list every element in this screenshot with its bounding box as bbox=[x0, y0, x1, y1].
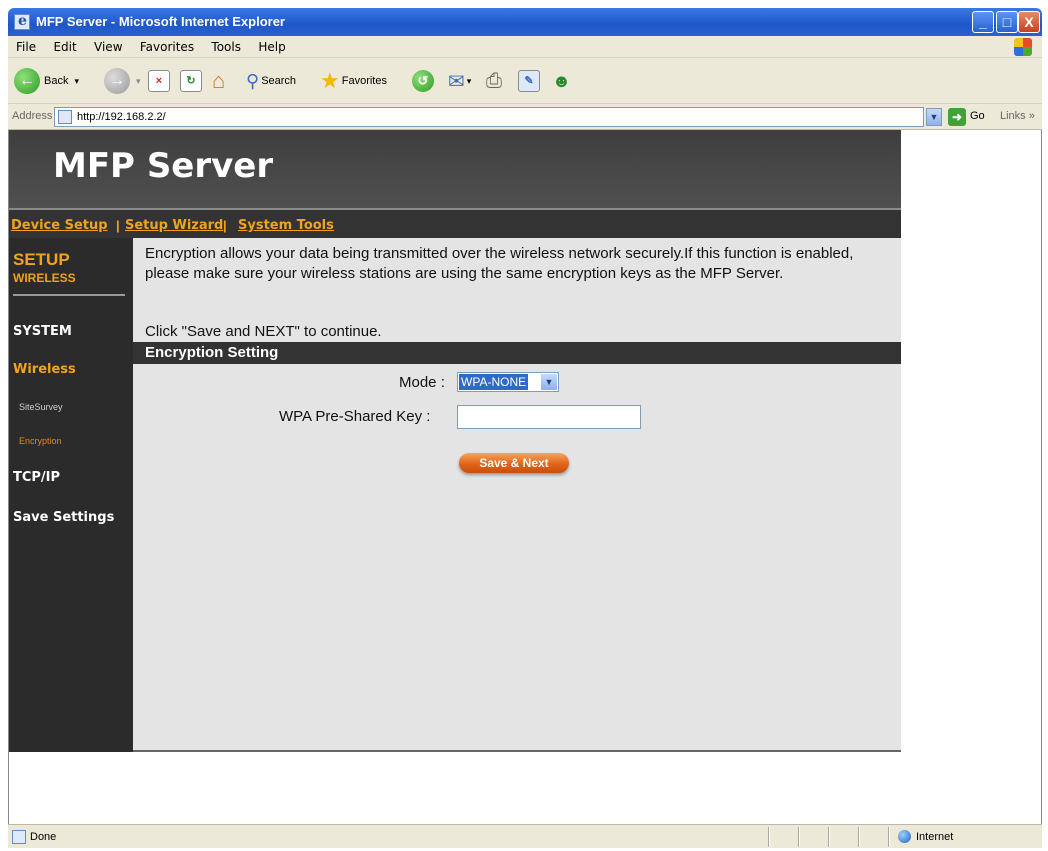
zone-text: Internet bbox=[916, 831, 954, 843]
print-icon: ⎙ bbox=[486, 69, 502, 92]
address-bar: Address http://192.168.2.2/ ▼ ➜ Go Links… bbox=[8, 104, 1042, 130]
status-bar: Done Internet bbox=[8, 824, 1042, 848]
ie-icon bbox=[14, 13, 30, 30]
psk-label: WPA Pre-Shared Key : bbox=[279, 408, 431, 425]
address-url: http://192.168.2.2/ bbox=[77, 111, 166, 123]
save-and-next-button[interactable]: Save & Next bbox=[459, 453, 569, 473]
sidebar-item-system[interactable]: SYSTEM bbox=[13, 324, 72, 339]
menu-tools[interactable]: Tools bbox=[211, 36, 241, 58]
go-arrow-icon[interactable]: ➜ bbox=[948, 108, 966, 126]
favorites-button[interactable]: ★ Favorites bbox=[320, 66, 387, 96]
menu-bar: File Edit View Favorites Tools Help bbox=[8, 36, 1042, 58]
mode-selected-value: WPA-NONE bbox=[459, 374, 529, 390]
menu-file[interactable]: File bbox=[16, 36, 36, 58]
window-titlebar: MFP Server - Microsoft Internet Explorer… bbox=[8, 8, 1042, 36]
back-label: Back bbox=[44, 75, 69, 87]
address-label: Address bbox=[12, 110, 53, 122]
page-status-icon bbox=[12, 830, 26, 844]
mail-dropdown-icon[interactable]: ▾ bbox=[467, 76, 472, 87]
forward-dropdown-icon[interactable]: ▾ bbox=[136, 76, 141, 87]
windows-logo-icon bbox=[1014, 38, 1032, 56]
status-divider bbox=[888, 827, 890, 847]
back-arrow-icon: ← bbox=[14, 68, 40, 94]
back-dropdown-icon[interactable]: ▾ bbox=[74, 76, 79, 87]
sidebar-item-wireless[interactable]: Wireless bbox=[13, 362, 76, 377]
sidebar-item-encryption[interactable]: Encryption bbox=[19, 436, 62, 446]
nav-setup-wizard[interactable]: Setup Wizard bbox=[125, 218, 223, 233]
menu-edit[interactable]: Edit bbox=[53, 36, 76, 58]
mail-button[interactable]: ✉ ▾ bbox=[448, 66, 471, 96]
address-dropdown-icon[interactable]: ▼ bbox=[926, 108, 942, 126]
links-button[interactable]: Links » bbox=[1000, 110, 1035, 122]
sidebar-item-save-settings[interactable]: Save Settings bbox=[13, 510, 114, 525]
menu-favorites[interactable]: Favorites bbox=[140, 36, 194, 58]
minimize-button[interactable]: _ bbox=[972, 11, 994, 33]
mail-icon: ✉ bbox=[448, 70, 465, 93]
home-button[interactable]: ⌂ bbox=[212, 66, 225, 96]
search-icon: ⚲ bbox=[246, 70, 260, 91]
address-input[interactable]: http://192.168.2.2/ bbox=[54, 107, 924, 127]
page-brand: MFP Server bbox=[53, 146, 274, 186]
menu-help[interactable]: Help bbox=[258, 36, 285, 58]
history-icon: ↺ bbox=[412, 70, 434, 92]
go-button[interactable]: Go bbox=[970, 110, 985, 122]
sidebar-setup-heading: SETUP bbox=[13, 250, 70, 269]
favorites-label: Favorites bbox=[341, 75, 387, 87]
nav-separator: | bbox=[223, 218, 227, 233]
sidebar-divider bbox=[13, 294, 125, 296]
refresh-icon: ↻ bbox=[180, 70, 202, 92]
back-button[interactable]: ← Back ▾ bbox=[14, 66, 79, 96]
search-label: Search bbox=[261, 75, 297, 87]
stop-icon: × bbox=[148, 70, 170, 92]
sidebar-item-site-survey[interactable]: SiteSurvey bbox=[19, 402, 63, 412]
psk-input[interactable] bbox=[457, 405, 641, 429]
sidebar-setup-subheading: WIRELESS bbox=[13, 271, 76, 285]
history-button[interactable]: ↺ bbox=[412, 66, 434, 96]
window-title: MFP Server - Microsoft Internet Explorer bbox=[36, 14, 285, 29]
section-title: Encryption Setting bbox=[145, 344, 279, 361]
sidebar: SETUP WIRELESS SYSTEM Wireless SiteSurve… bbox=[9, 238, 133, 752]
section-header: Encryption Setting bbox=[133, 342, 901, 364]
internet-zone-icon bbox=[898, 830, 911, 843]
edit-button[interactable]: ✎ bbox=[518, 66, 540, 96]
page-header: MFP Server bbox=[9, 130, 901, 210]
close-button[interactable]: X bbox=[1018, 11, 1040, 33]
edit-icon: ✎ bbox=[518, 70, 540, 92]
main-content: Encryption allows your data being transm… bbox=[133, 238, 901, 752]
chevron-down-icon[interactable]: ▼ bbox=[541, 374, 557, 390]
intro-text: Encryption allows your data being transm… bbox=[145, 245, 854, 282]
browser-viewport: MFP Server Device Setup | Setup Wizard |… bbox=[8, 130, 1042, 824]
status-text: Done bbox=[30, 831, 57, 843]
status-divider bbox=[858, 827, 860, 847]
maximize-button[interactable]: □ bbox=[996, 11, 1018, 33]
home-icon: ⌂ bbox=[212, 68, 226, 93]
messenger-icon: ☻ bbox=[552, 70, 571, 91]
messenger-button[interactable]: ☻ bbox=[552, 66, 571, 96]
menu-view[interactable]: View bbox=[94, 36, 122, 58]
refresh-button[interactable]: ↻ bbox=[180, 66, 202, 96]
mode-select[interactable]: WPA-NONE ▼ bbox=[457, 372, 559, 392]
stop-button[interactable]: × bbox=[148, 66, 170, 96]
nav-device-setup[interactable]: Device Setup bbox=[11, 218, 108, 233]
page-icon bbox=[58, 110, 72, 124]
mode-label: Mode : bbox=[399, 374, 445, 391]
status-divider bbox=[768, 827, 770, 847]
forward-arrow-icon: → bbox=[104, 68, 130, 94]
star-icon: ★ bbox=[320, 68, 340, 93]
status-divider bbox=[828, 827, 830, 847]
click-hint: Click "Save and NEXT" to continue. bbox=[145, 323, 382, 340]
nav-system-tools[interactable]: System Tools bbox=[238, 218, 334, 233]
status-divider bbox=[798, 827, 800, 847]
search-button[interactable]: ⚲ Search bbox=[246, 66, 296, 96]
sidebar-item-tcpip[interactable]: TCP/IP bbox=[13, 470, 60, 485]
forward-button[interactable]: → ▾ bbox=[104, 66, 141, 96]
nav-separator: | bbox=[116, 218, 120, 233]
print-button[interactable]: ⎙ bbox=[486, 66, 502, 96]
browser-toolbar: ← Back ▾ → ▾ × ↻ ⌂ ⚲ Search ★ Favorites … bbox=[8, 58, 1042, 104]
top-nav: Device Setup | Setup Wizard | System Too… bbox=[9, 210, 901, 238]
